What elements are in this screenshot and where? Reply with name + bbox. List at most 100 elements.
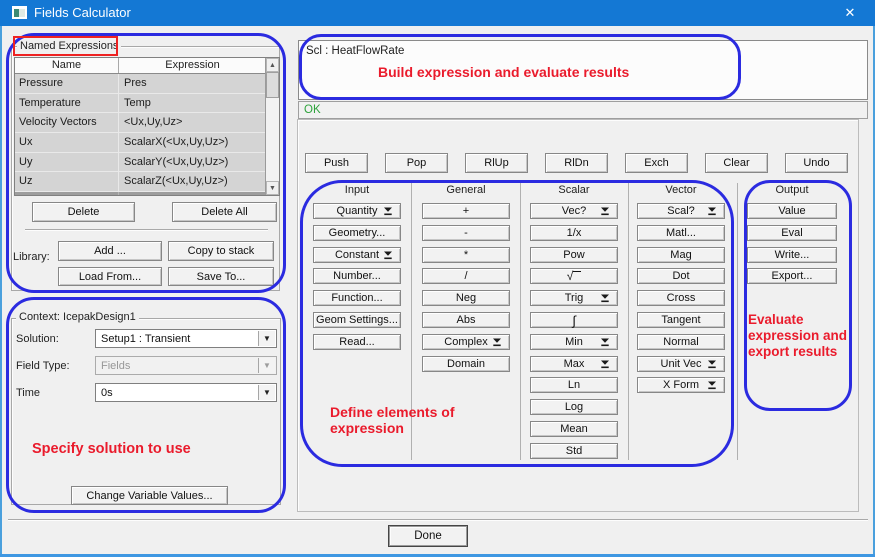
window-border: [0, 26, 2, 557]
column-header-output: Output: [747, 184, 837, 196]
table-row[interactable]: Temperature Temp: [15, 94, 279, 114]
undo-button[interactable]: Undo: [785, 153, 848, 173]
close-icon[interactable]: ✕: [829, 0, 871, 26]
scalar-min-button[interactable]: Min: [530, 334, 618, 350]
table-row[interactable]: Velocity Vectors <Ux,Uy,Uz>: [15, 113, 279, 133]
scalar-ln-button[interactable]: Ln: [530, 377, 618, 393]
general-abs-button[interactable]: Abs: [422, 312, 510, 328]
column-header-general: General: [422, 184, 510, 196]
output-export-button[interactable]: Export...: [747, 268, 837, 284]
time-select[interactable]: 0s ▼: [95, 383, 277, 402]
general-plus-button[interactable]: +: [422, 203, 510, 219]
table-row[interactable]: Uz ScalarZ(<Ux,Uy,Uz>): [15, 172, 279, 192]
scalar-vec-button[interactable]: Vec?: [530, 203, 618, 219]
solution-select[interactable]: Setup1 : Transient ▼: [95, 329, 277, 348]
scalar-max-button[interactable]: Max: [530, 356, 618, 372]
general-minus-button[interactable]: -: [422, 225, 510, 241]
table-scrollbar[interactable]: ▲ ▼: [265, 58, 279, 195]
named-expressions-table: Name Expression Pressure Pres Temperatur…: [14, 57, 280, 196]
pulldown-icon: [707, 381, 717, 390]
vector-matl-button[interactable]: Matl...: [637, 225, 725, 241]
status-text: OK: [304, 104, 321, 116]
vector-mag-button[interactable]: Mag: [637, 247, 725, 263]
change-variable-values-button[interactable]: Change Variable Values...: [71, 486, 228, 505]
app-icon: [12, 6, 27, 19]
scalar-reciprocal-button[interactable]: 1/x: [530, 225, 618, 241]
rldn-button[interactable]: RlDn: [545, 153, 608, 173]
scalar-mean-button[interactable]: Mean: [530, 421, 618, 437]
input-geometry-button[interactable]: Geometry...: [313, 225, 401, 241]
title-bar: Fields Calculator ✕: [0, 0, 875, 26]
scalar-std-button[interactable]: Std: [530, 443, 618, 459]
chevron-down-icon[interactable]: ▼: [258, 385, 275, 400]
scalar-trig-button[interactable]: Trig: [530, 290, 618, 306]
vector-tangent-button[interactable]: Tangent: [637, 312, 725, 328]
input-number-button[interactable]: Number...: [313, 268, 401, 284]
add-button[interactable]: Add ...: [58, 241, 162, 261]
general-domain-button[interactable]: Domain: [422, 356, 510, 372]
output-write-button[interactable]: Write...: [747, 247, 837, 263]
output-eval-button[interactable]: Eval: [747, 225, 837, 241]
window-title: Fields Calculator: [34, 5, 131, 20]
chevron-down-icon: ▼: [258, 358, 275, 373]
input-constant-button[interactable]: Constant: [313, 247, 401, 263]
output-value-button[interactable]: Value: [747, 203, 837, 219]
table-row[interactable]: Ux ScalarX(<Ux,Uy,Uz>): [15, 133, 279, 153]
general-divide-button[interactable]: /: [422, 268, 510, 284]
pop-button[interactable]: Pop: [385, 153, 448, 173]
expression-stack[interactable]: Scl : HeatFlowRate: [298, 40, 868, 100]
pulldown-icon: [600, 294, 610, 303]
column-header-expression: Expression: [119, 58, 266, 73]
time-label: Time: [16, 387, 40, 399]
vector-xform-button[interactable]: X Form: [637, 377, 725, 393]
pulldown-icon: [600, 338, 610, 347]
radical-bar: [573, 271, 581, 272]
scrollbar-thumb[interactable]: [266, 72, 279, 98]
vector-scal-button[interactable]: Scal?: [637, 203, 725, 219]
delete-all-button[interactable]: Delete All: [172, 202, 277, 222]
chevron-down-icon[interactable]: ▼: [258, 331, 275, 346]
pulldown-icon: [383, 251, 393, 260]
input-function-button[interactable]: Function...: [313, 290, 401, 306]
vector-dot-button[interactable]: Dot: [637, 268, 725, 284]
footer-separator: [8, 519, 868, 520]
column-header-vector: Vector: [637, 184, 725, 196]
pulldown-icon: [383, 207, 393, 216]
save-to-button[interactable]: Save To...: [168, 267, 274, 286]
scalar-integral-button[interactable]: ∫: [530, 312, 618, 328]
copy-to-stack-button[interactable]: Copy to stack: [168, 241, 274, 261]
scalar-pow-button[interactable]: Pow: [530, 247, 618, 263]
stack-expression: Scl : HeatFlowRate: [306, 45, 404, 57]
exch-button[interactable]: Exch: [625, 153, 688, 173]
general-neg-button[interactable]: Neg: [422, 290, 510, 306]
general-complex-button[interactable]: Complex: [422, 334, 510, 350]
solution-label: Solution:: [16, 333, 59, 345]
vector-normal-button[interactable]: Normal: [637, 334, 725, 350]
input-quantity-button[interactable]: Quantity: [313, 203, 401, 219]
scroll-up-icon[interactable]: ▲: [266, 58, 279, 72]
column-header-input: Input: [313, 184, 401, 196]
clear-button[interactable]: Clear: [705, 153, 768, 173]
delete-button[interactable]: Delete: [32, 202, 135, 222]
table-row-selected[interactable]: HeatFlowRate Heat_Flow_Rate: [15, 192, 279, 196]
table-header: Name Expression: [15, 58, 279, 74]
fields-calculator-dialog: Fields Calculator ✕ Named Expressions Na…: [0, 0, 875, 557]
scroll-down-icon[interactable]: ▼: [266, 181, 279, 195]
vector-cross-button[interactable]: Cross: [637, 290, 725, 306]
vector-unit-vec-button[interactable]: Unit Vec: [637, 356, 725, 372]
scalar-sqrt-button[interactable]: √: [530, 268, 618, 284]
pulldown-icon: [492, 338, 502, 347]
table-row[interactable]: Uy ScalarY(<Ux,Uy,Uz>): [15, 153, 279, 173]
done-button[interactable]: Done: [388, 525, 468, 547]
general-multiply-button[interactable]: *: [422, 247, 510, 263]
table-row[interactable]: Pressure Pres: [15, 74, 279, 94]
rlup-button[interactable]: RlUp: [465, 153, 528, 173]
input-geom-settings-button[interactable]: Geom Settings...: [313, 312, 401, 328]
pulldown-icon: [600, 360, 610, 369]
push-button[interactable]: Push: [305, 153, 368, 173]
load-from-button[interactable]: Load From...: [58, 267, 162, 286]
scalar-log-button[interactable]: Log: [530, 399, 618, 415]
input-read-button[interactable]: Read...: [313, 334, 401, 350]
column-header-name: Name: [15, 58, 119, 73]
status-bar: OK: [298, 101, 868, 119]
